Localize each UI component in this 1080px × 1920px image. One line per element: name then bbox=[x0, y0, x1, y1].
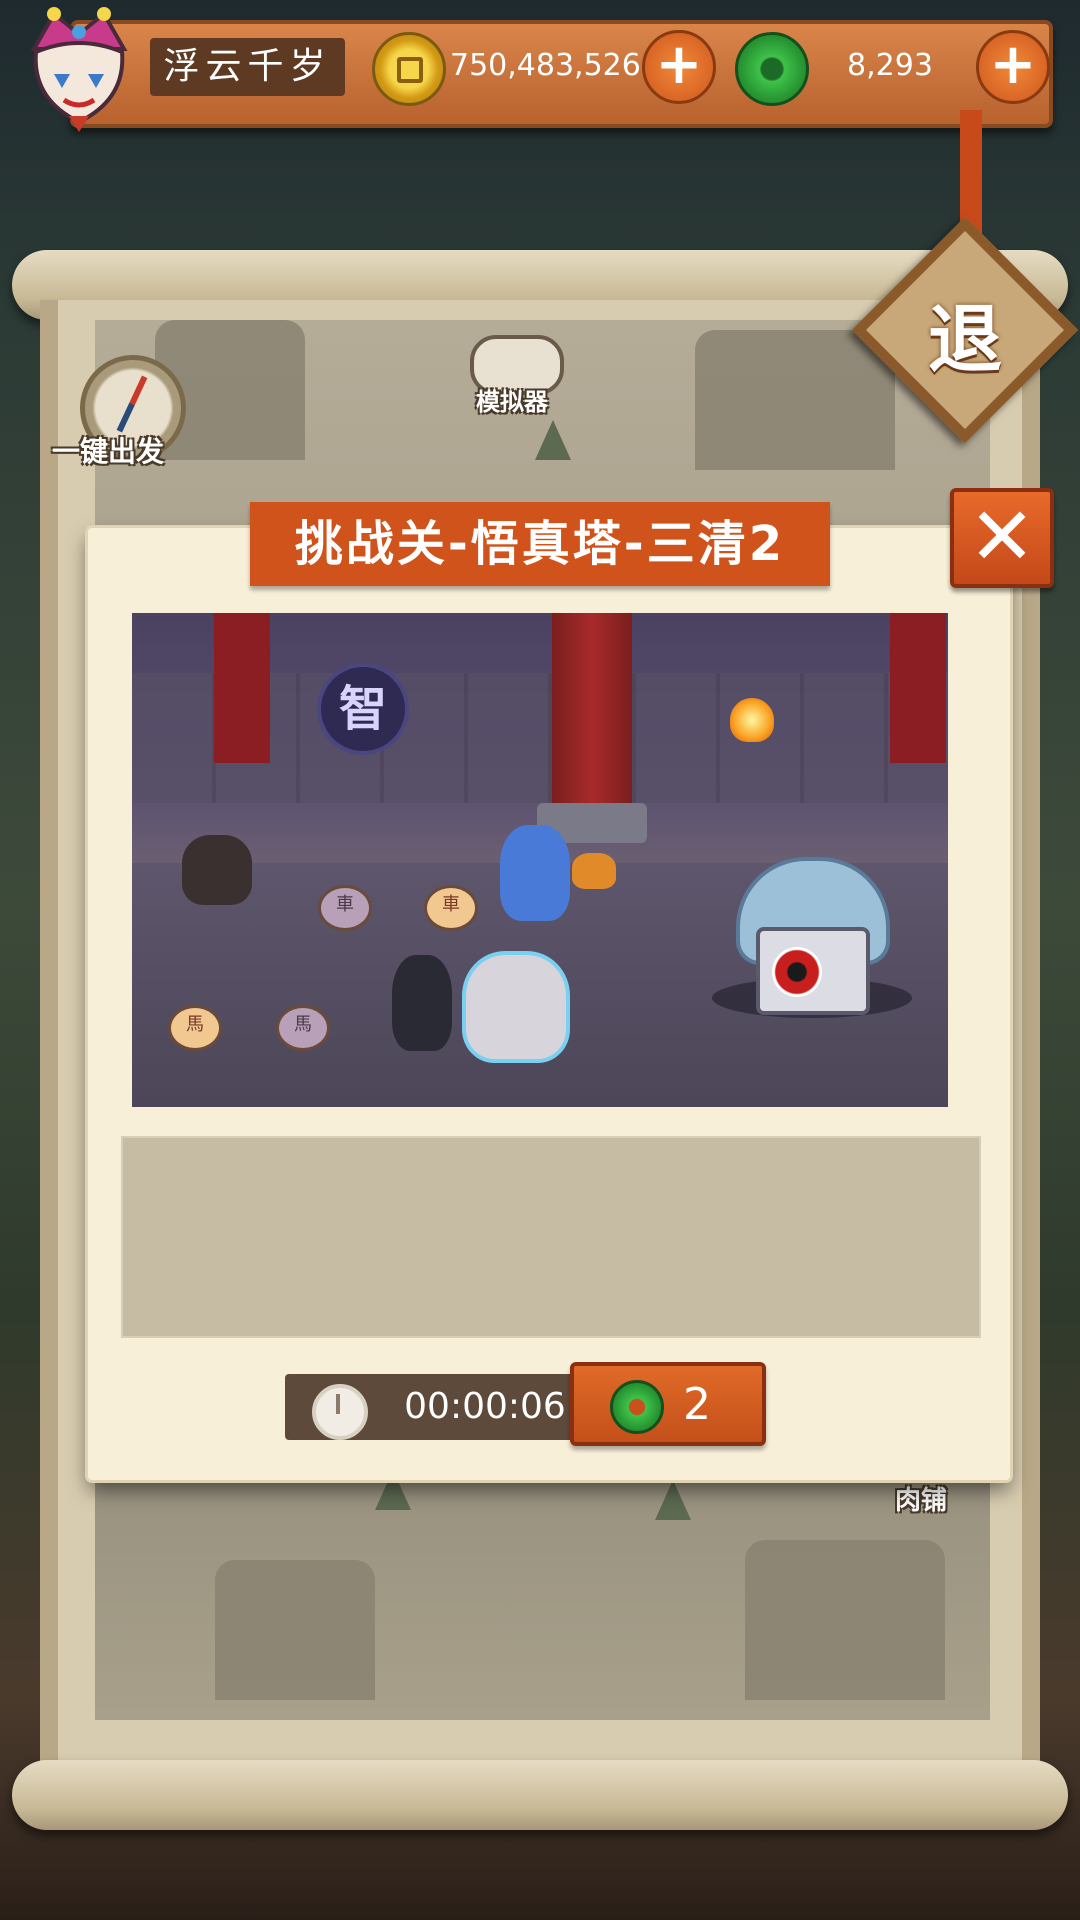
add-jade-button[interactable]: + bbox=[976, 30, 1050, 104]
battle-preview: 智 車 車 馬 馬 bbox=[132, 613, 948, 1107]
shop-label[interactable]: 肉铺 bbox=[895, 1480, 947, 1517]
scroll-bottom-rod bbox=[12, 1760, 1068, 1830]
chess-piece: 馬 bbox=[168, 1005, 222, 1051]
exit-label[interactable]: 退 bbox=[900, 275, 1030, 405]
close-button[interactable]: ✕ bbox=[950, 488, 1054, 588]
jade-coin-icon bbox=[735, 32, 809, 106]
description-box bbox=[121, 1136, 981, 1338]
emulator-label[interactable]: 模拟器 bbox=[476, 382, 548, 417]
cat-girl-character bbox=[500, 825, 570, 921]
torch-icon bbox=[730, 698, 774, 742]
fox-character bbox=[182, 835, 252, 905]
jade-amount: 8,293 bbox=[847, 48, 933, 83]
cost-value: 2 bbox=[683, 1379, 711, 1430]
dialog-title: 挑战关-悟真塔-三清2 bbox=[250, 502, 830, 586]
add-gold-button[interactable]: + bbox=[642, 30, 716, 104]
wisdom-sign: 智 bbox=[317, 663, 409, 755]
player-avatar[interactable] bbox=[14, 4, 144, 134]
chess-piece: 馬 bbox=[276, 1005, 330, 1051]
challenge-cost-button[interactable] bbox=[570, 1362, 766, 1446]
sage-character bbox=[462, 951, 570, 1063]
player-name[interactable]: 浮云千岁 bbox=[150, 38, 345, 96]
gold-coin-icon bbox=[372, 32, 446, 106]
eyeball-monster bbox=[736, 857, 890, 1015]
chess-piece: 車 bbox=[424, 885, 478, 931]
warrior-character bbox=[392, 955, 452, 1051]
gold-amount: 750,483,526 bbox=[450, 48, 641, 83]
timer-value: 00:00:06 bbox=[404, 1386, 566, 1427]
tiger-pet bbox=[572, 853, 616, 889]
chess-piece: 車 bbox=[318, 885, 372, 931]
stopwatch-icon bbox=[312, 1384, 368, 1440]
jade-cost-icon bbox=[610, 1380, 664, 1434]
auto-depart-label[interactable]: 一键出发 bbox=[52, 430, 164, 470]
